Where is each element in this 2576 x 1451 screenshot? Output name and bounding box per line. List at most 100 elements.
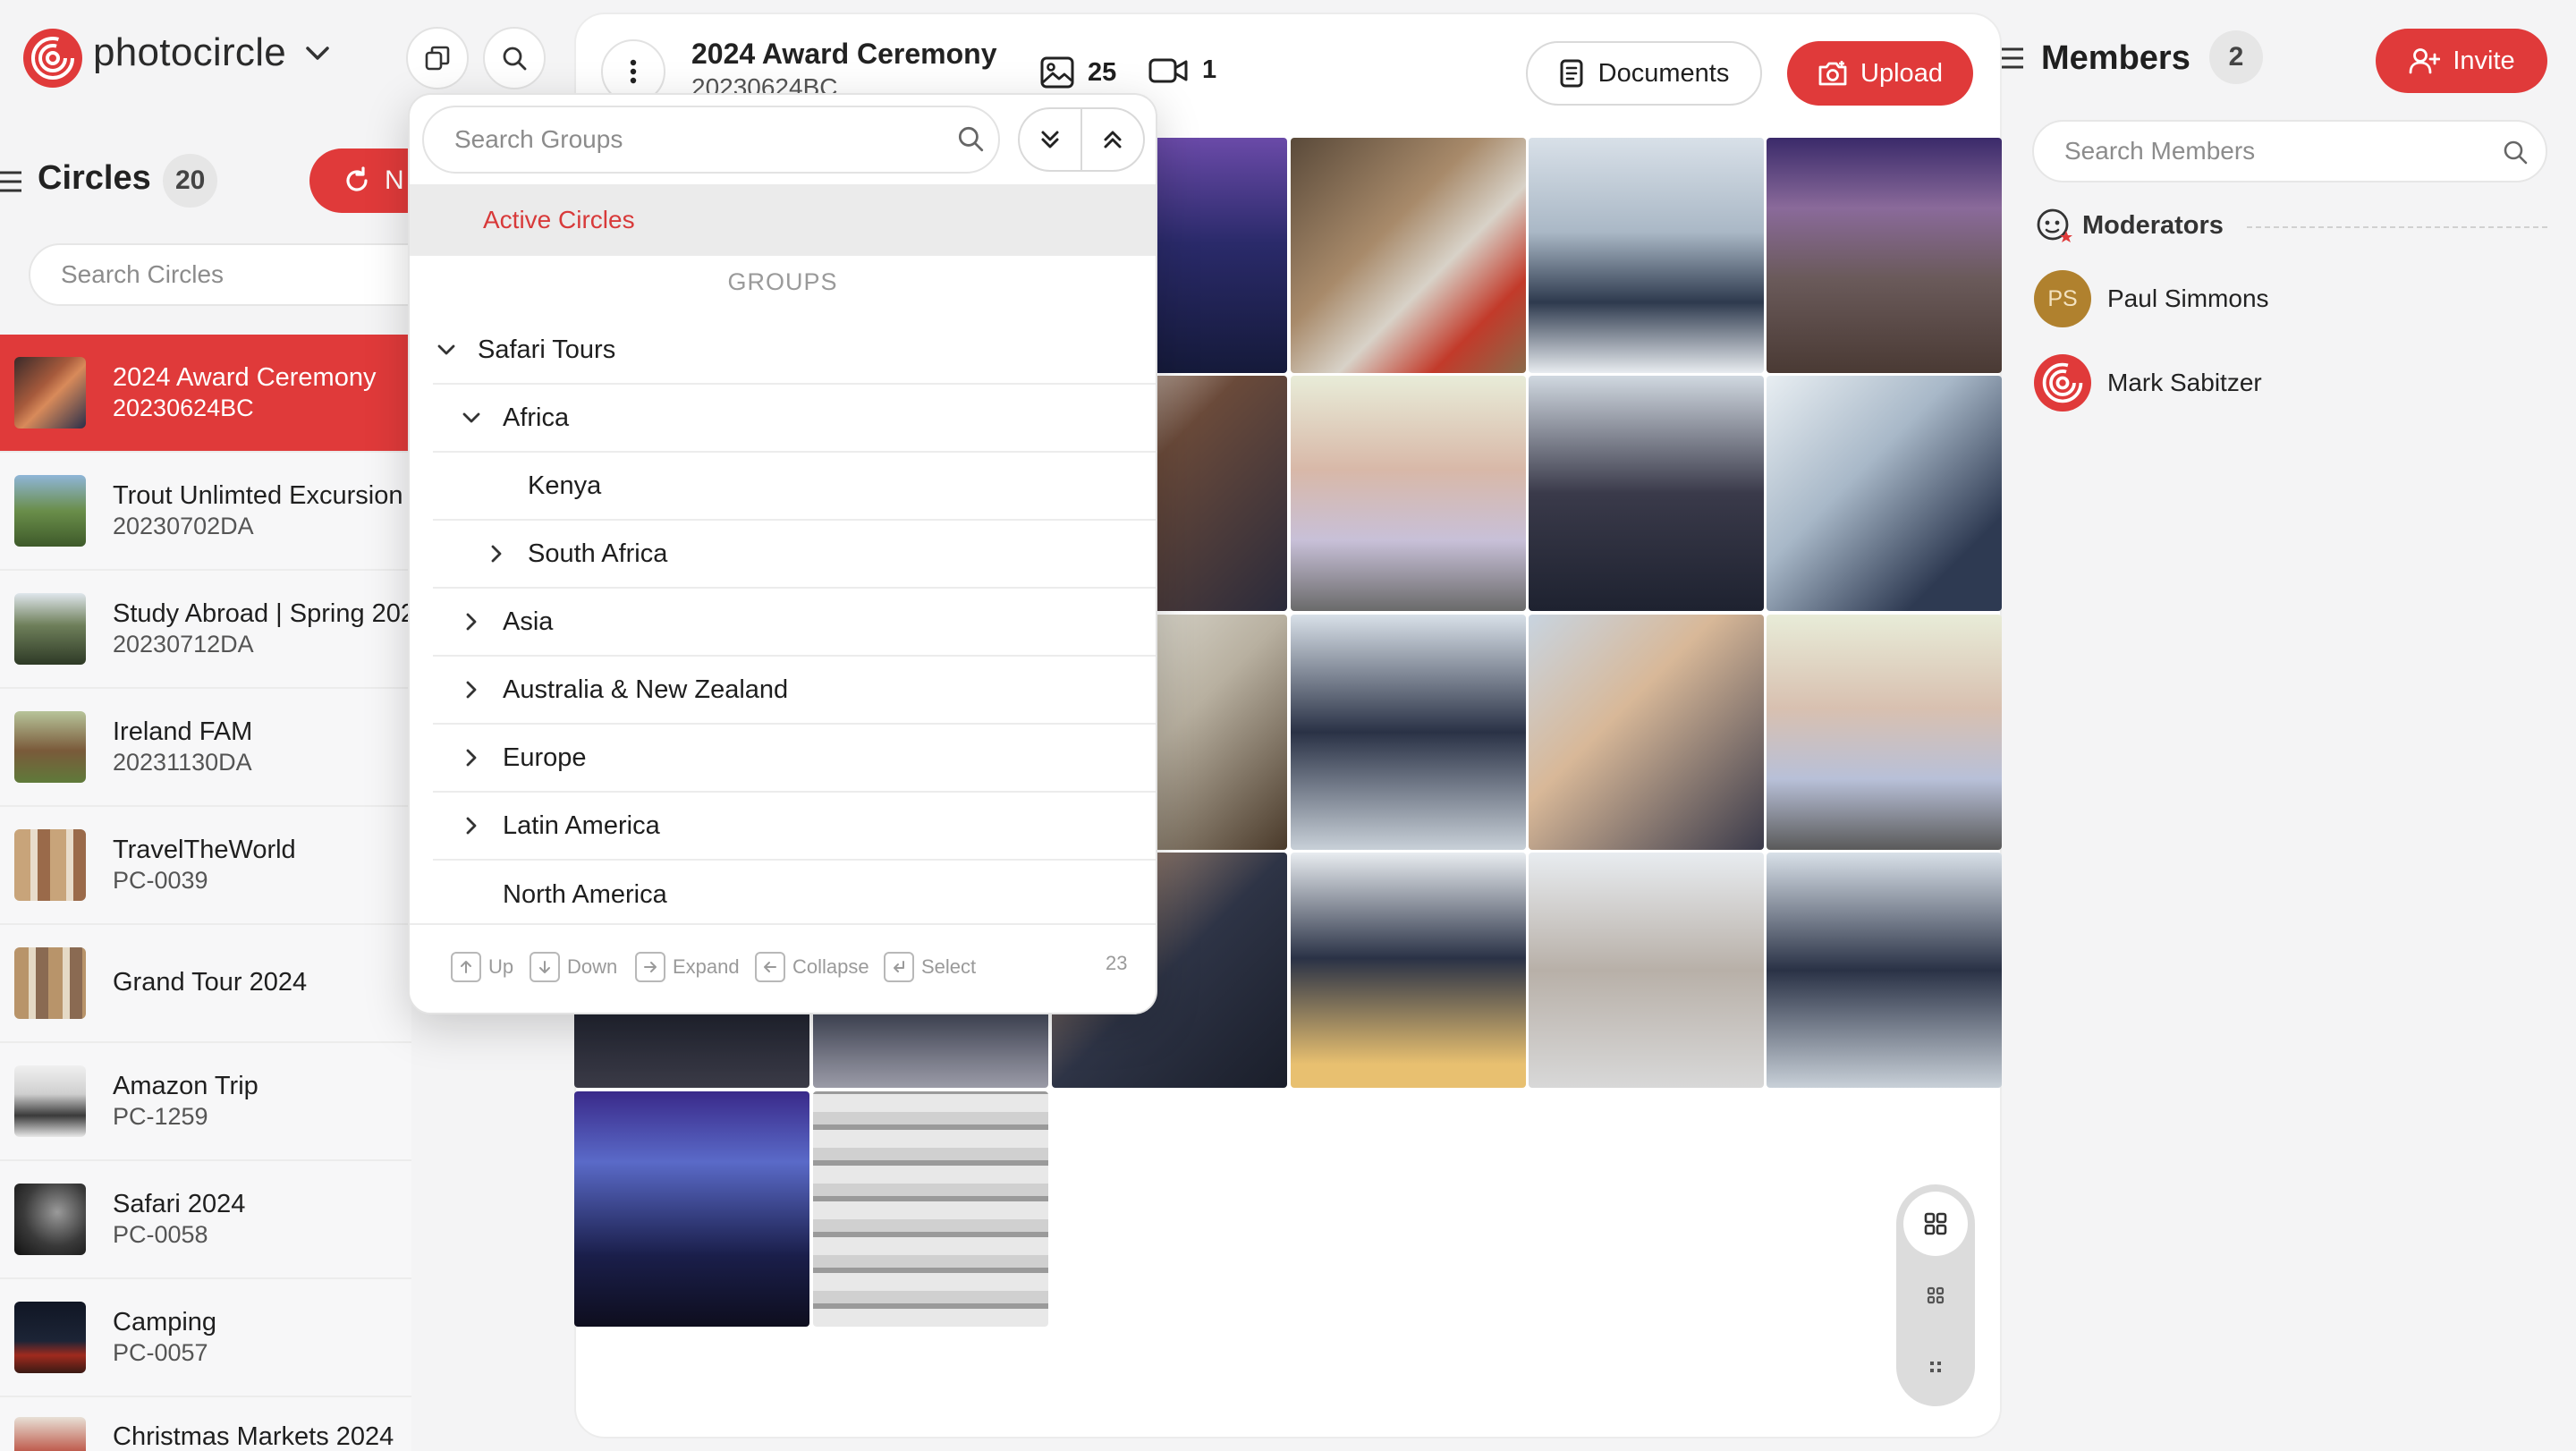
- chevrons-down-icon: [1038, 128, 1062, 151]
- upload-button[interactable]: Upload: [1787, 41, 1973, 106]
- photo-thumbnail[interactable]: [1767, 376, 2002, 611]
- group-label: Africa: [503, 403, 570, 432]
- photo-thumbnail[interactable]: [1291, 376, 1526, 611]
- hint-collapse: Collapse: [755, 952, 869, 982]
- circle-code: 20230624BC: [113, 395, 254, 421]
- kebab-icon: [628, 57, 639, 86]
- photo-thumbnail[interactable]: [1767, 615, 2002, 850]
- photo-thumbnail[interactable]: [1529, 615, 1764, 850]
- group-item-latin-america[interactable]: Latin America: [433, 793, 1156, 861]
- group-label: Safari Tours: [478, 335, 616, 364]
- chevron-right-icon[interactable]: [458, 748, 485, 768]
- expand-collapse-all: [1018, 107, 1145, 172]
- new-circle-label: N: [385, 165, 404, 195]
- chevron-down-icon[interactable]: [458, 412, 485, 424]
- member-item[interactable]: Mark Sabitzer: [2034, 354, 2262, 412]
- circle-code: PC-0057: [113, 1339, 208, 1366]
- circle-item[interactable]: Camping PC-0057: [0, 1279, 411, 1397]
- photo-thumbnail[interactable]: [1529, 376, 1764, 611]
- grid-small-icon: [1928, 1360, 1943, 1374]
- collapse-all-button[interactable]: [1082, 109, 1143, 170]
- circle-item[interactable]: 2024 Award Ceremony 20230624BC: [0, 335, 411, 453]
- refresh-icon: [342, 165, 372, 196]
- search-members-input[interactable]: Search Members: [2032, 120, 2547, 182]
- add-user-icon: [2408, 47, 2441, 75]
- chevron-right-icon[interactable]: [458, 680, 485, 700]
- search-button[interactable]: [483, 27, 546, 89]
- grid-medium-button[interactable]: [1903, 1263, 1968, 1328]
- photo-thumbnail[interactable]: [1291, 138, 1526, 373]
- circle-thumbnail: [14, 829, 86, 901]
- group-label: Australia & New Zealand: [503, 675, 789, 704]
- group-item-safari-tours[interactable]: Safari Tours: [433, 317, 1156, 385]
- group-item-south-africa[interactable]: South Africa: [433, 521, 1156, 589]
- invite-button[interactable]: Invite: [2376, 29, 2547, 93]
- search-groups-input[interactable]: Search Groups: [422, 106, 1000, 174]
- photo-thumbnail[interactable]: [1767, 138, 2002, 373]
- circle-item[interactable]: Study Abroad | Spring 202 20230712DA: [0, 571, 415, 689]
- photo-thumbnail[interactable]: [1291, 615, 1526, 850]
- circle-title: 2024 Award Ceremony: [113, 363, 377, 392]
- groups-dropdown: Search Groups Active Circles GROUPS Safa…: [408, 93, 1157, 1014]
- circle-thumbnail: [14, 475, 86, 547]
- circle-thumbnail: [14, 711, 86, 783]
- circle-code: 20230712DA: [113, 631, 254, 658]
- chevron-down-icon[interactable]: [433, 344, 460, 356]
- members-title: Members: [2041, 39, 2190, 77]
- group-label: Latin America: [503, 810, 660, 840]
- photo-thumbnail[interactable]: [1529, 853, 1764, 1088]
- brand-name[interactable]: photocircle: [93, 30, 286, 75]
- grid-large-icon: [1923, 1211, 1948, 1236]
- menu-icon[interactable]: [0, 170, 25, 193]
- search-icon[interactable]: [955, 123, 986, 154]
- circle-item[interactable]: Christmas Markets 2024: [0, 1397, 411, 1451]
- circle-title: Ireland FAM: [113, 717, 253, 746]
- avatar: [2034, 354, 2091, 412]
- grid-large-button[interactable]: [1903, 1192, 1968, 1256]
- grid-size-selector: [1896, 1184, 1975, 1406]
- group-item-kenya[interactable]: Kenya: [433, 453, 1156, 521]
- circle-item[interactable]: Amazon Trip PC-1259: [0, 1043, 411, 1161]
- group-label: North America: [503, 879, 667, 909]
- hint-expand: Expand: [635, 952, 740, 982]
- photo-thumbnail[interactable]: [1529, 138, 1764, 373]
- member-item[interactable]: PS Paul Simmons: [2034, 270, 2269, 327]
- circle-item[interactable]: Trout Unlimted Excursion 20230702DA: [0, 453, 411, 571]
- circle-item[interactable]: TravelTheWorld PC-0039: [0, 807, 411, 925]
- circle-code: PC-0039: [113, 867, 208, 894]
- photo-thumbnail[interactable]: [1291, 853, 1526, 1088]
- members-menu-icon[interactable]: [2002, 47, 2027, 70]
- copy-button[interactable]: [406, 27, 469, 89]
- moderators-heading: Moderators: [2082, 211, 2224, 240]
- photo-thumbnail[interactable]: [813, 1091, 1048, 1327]
- photo-thumbnail[interactable]: [574, 1091, 809, 1327]
- group-item-asia[interactable]: Asia: [433, 589, 1156, 657]
- active-circles-item[interactable]: Active Circles: [410, 184, 1156, 256]
- chevron-down-icon[interactable]: [304, 45, 331, 63]
- grid-small-button[interactable]: [1903, 1335, 1968, 1399]
- circle-item[interactable]: Grand Tour 2024: [0, 925, 411, 1043]
- circles-count-badge: 20: [163, 154, 218, 208]
- group-item-africa[interactable]: Africa: [433, 385, 1156, 453]
- circle-title: Christmas Markets 2024: [113, 1422, 394, 1451]
- expand-all-button[interactable]: [1020, 109, 1082, 170]
- video-count[interactable]: 1: [1148, 55, 1216, 85]
- photo-thumbnail[interactable]: [1767, 853, 2002, 1088]
- groups-total-count: 23: [1106, 952, 1128, 974]
- chevron-right-icon[interactable]: [483, 544, 510, 564]
- circle-item[interactable]: Ireland FAM 20231130DA: [0, 689, 411, 807]
- photo-count[interactable]: 25: [1039, 55, 1116, 89]
- group-label: South Africa: [528, 539, 668, 568]
- circle-thumbnail: [14, 1302, 86, 1373]
- chevron-right-icon[interactable]: [458, 816, 485, 836]
- circle-title: Study Abroad | Spring 202: [113, 599, 416, 628]
- circle-item[interactable]: Safari 2024 PC-0058: [0, 1161, 411, 1279]
- circle-code: PC-1259: [113, 1103, 208, 1130]
- video-icon: [1148, 57, 1190, 84]
- search-icon[interactable]: [2501, 138, 2529, 166]
- group-item-north-america[interactable]: North America: [433, 861, 1156, 929]
- chevron-right-icon[interactable]: [458, 612, 485, 632]
- documents-button[interactable]: Documents: [1526, 41, 1762, 106]
- group-item-europe[interactable]: Europe: [433, 725, 1156, 793]
- group-item-australia-new-zealand[interactable]: Australia & New Zealand: [433, 657, 1156, 725]
